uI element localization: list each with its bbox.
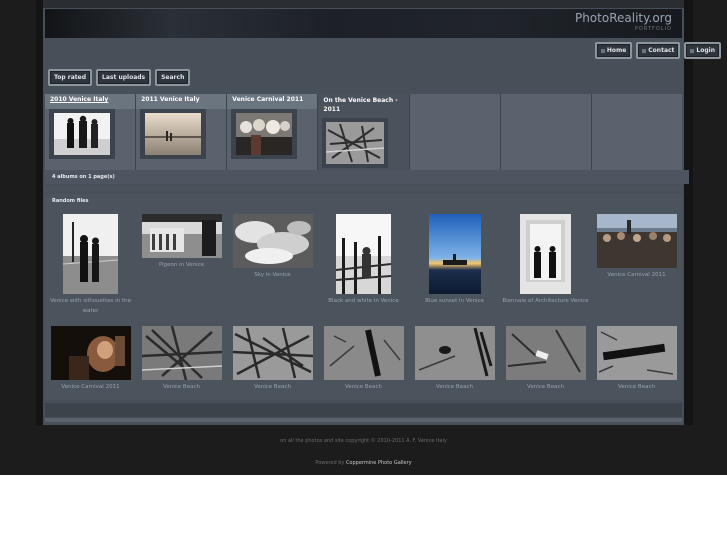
login-button[interactable]: Login — [684, 42, 721, 59]
random-file[interactable]: Biennale of Architecture Venice — [500, 214, 591, 306]
random-file[interactable]: Sky in Venice — [227, 214, 318, 280]
random-file-thumbnail[interactable] — [63, 214, 118, 294]
random-file-thumbnail[interactable] — [323, 326, 404, 380]
top-navigation: Home Contact Login — [594, 42, 721, 59]
random-file-thumbnail[interactable] — [232, 214, 313, 268]
random-files-panel: Random files Venice with silhouettes in … — [45, 194, 682, 400]
random-file[interactable]: Venice Beach — [409, 326, 500, 392]
random-file-thumbnail[interactable] — [596, 326, 677, 380]
last-uploads-button[interactable]: Last uploads — [96, 69, 152, 86]
powered-by: Powered by Coppermine Photo Gallery — [0, 460, 727, 466]
section-separator — [45, 186, 682, 192]
random-file-caption: Venice Beach — [345, 384, 382, 390]
home-label: Home — [606, 47, 627, 54]
site-header: PhotoReality.org PORTFOLIO — [45, 9, 682, 38]
album-thumbnail-image — [236, 113, 293, 155]
powered-by-prefix: Powered by — [315, 460, 345, 466]
random-file[interactable]: Venice Beach — [318, 326, 409, 392]
random-file-caption: Pigeon in Venice — [158, 262, 205, 268]
site-logo[interactable]: PhotoReality.org PORTFOLIO — [575, 11, 672, 32]
top-strip — [43, 0, 684, 8]
album-thumbnail[interactable] — [231, 109, 298, 159]
random-file-caption: Venice Carnival 2011 — [61, 384, 120, 390]
random-file-caption: Sky in Venice — [254, 272, 291, 278]
random-file[interactable]: Venice Carnival 2011 — [591, 214, 682, 280]
contact-icon — [642, 48, 647, 53]
album-on-the-venice-beach-2011[interactable]: On the Venice Beach - 2011 — [318, 94, 410, 170]
login-icon — [690, 48, 695, 53]
random-file[interactable]: Venice Beach — [500, 326, 591, 392]
album-thumbnail-image — [145, 113, 202, 155]
random-file-caption: Venice Beach — [527, 384, 564, 390]
random-file-caption: Venice Beach — [163, 384, 200, 390]
album-venice-carnival-2011[interactable]: Venice Carnival 2011 — [227, 94, 319, 170]
random-file[interactable]: Venice Carnival 2011 — [45, 326, 136, 392]
random-file-thumbnail[interactable] — [50, 326, 131, 380]
album-thumbnail-image — [54, 113, 110, 155]
album-2011-venice-italy[interactable]: 2011 Venice Italy — [136, 94, 228, 170]
random-file-thumbnail[interactable] — [141, 214, 222, 258]
gallery-navigation: Top rated Last uploads Search — [48, 69, 191, 86]
random-file-caption: Black and white in Venice — [328, 298, 399, 304]
random-file[interactable]: Venice with silhouettes in the water — [45, 214, 136, 316]
random-file-thumbnail[interactable] — [414, 326, 495, 380]
album-2010-venice-italy[interactable]: 2010 Venice Italy — [45, 94, 137, 170]
random-file-thumbnail[interactable] — [520, 214, 571, 294]
album-count: 4 albums on 1 page(s) — [45, 170, 689, 184]
random-file-thumbnail[interactable] — [428, 214, 481, 294]
random-file[interactable]: Venice Beach — [227, 326, 318, 392]
random-file[interactable]: Venice Beach — [591, 326, 682, 392]
random-file-thumbnail[interactable] — [141, 326, 222, 380]
search-button[interactable]: Search — [155, 69, 191, 86]
copyright-text: on all the photos and site copyright © 2… — [280, 438, 447, 444]
album-empty-cell — [591, 94, 682, 170]
logo-subtitle: PORTFOLIO — [634, 26, 672, 32]
album-thumbnail[interactable] — [322, 118, 389, 168]
album-title[interactable]: 2011 Venice Italy — [136, 94, 227, 109]
logo-title: PhotoReality.org — [574, 11, 672, 25]
content-bottom-bar — [45, 403, 682, 417]
album-title[interactable]: Venice Carnival 2011 — [227, 94, 318, 109]
random-file-caption: Venice Carnival 2011 — [607, 272, 666, 278]
random-file-thumbnail[interactable] — [596, 214, 677, 268]
random-files-title: Random files — [52, 198, 89, 204]
random-file[interactable]: Black and white in Venice — [318, 214, 409, 306]
random-file[interactable]: Venice Beach — [136, 326, 227, 392]
random-file-caption: Venice Beach — [436, 384, 473, 390]
random-file[interactable]: Blue sunset in Venice — [409, 214, 500, 306]
coppermine-link[interactable]: Coppermine Photo Gallery — [346, 460, 412, 466]
home-button[interactable]: Home — [594, 42, 633, 59]
random-file[interactable]: Pigeon in Venice — [136, 214, 227, 270]
album-empty-cell — [500, 94, 592, 170]
random-file-thumbnail[interactable] — [505, 326, 586, 380]
contact-label: Contact — [648, 47, 675, 54]
album-thumbnail[interactable] — [140, 109, 207, 159]
album-title[interactable]: 2010 Venice Italy — [45, 94, 136, 109]
random-file-caption: Venice with silhouettes in the water — [49, 298, 132, 314]
album-list: 2010 Venice Italy 2011 Venice Italy Veni… — [45, 94, 682, 170]
random-file-thumbnail[interactable] — [232, 326, 313, 380]
random-file-caption: Venice Beach — [618, 384, 655, 390]
random-file-caption: Venice Beach — [254, 384, 291, 390]
album-empty-cell — [409, 94, 501, 170]
album-thumbnail[interactable] — [49, 109, 115, 159]
top-rated-button[interactable]: Top rated — [48, 69, 93, 86]
random-file-caption: Biennale of Architecture Venice — [502, 298, 589, 304]
login-label: Login — [696, 47, 715, 54]
random-file-caption: Blue sunset in Venice — [425, 298, 484, 304]
content-bottom-rule — [45, 418, 682, 422]
random-file-thumbnail[interactable] — [336, 214, 391, 294]
home-icon — [600, 48, 605, 53]
album-thumbnail-image — [326, 122, 385, 164]
contact-button[interactable]: Contact — [636, 42, 681, 59]
album-title[interactable]: On the Venice Beach - 2011 — [318, 94, 409, 116]
